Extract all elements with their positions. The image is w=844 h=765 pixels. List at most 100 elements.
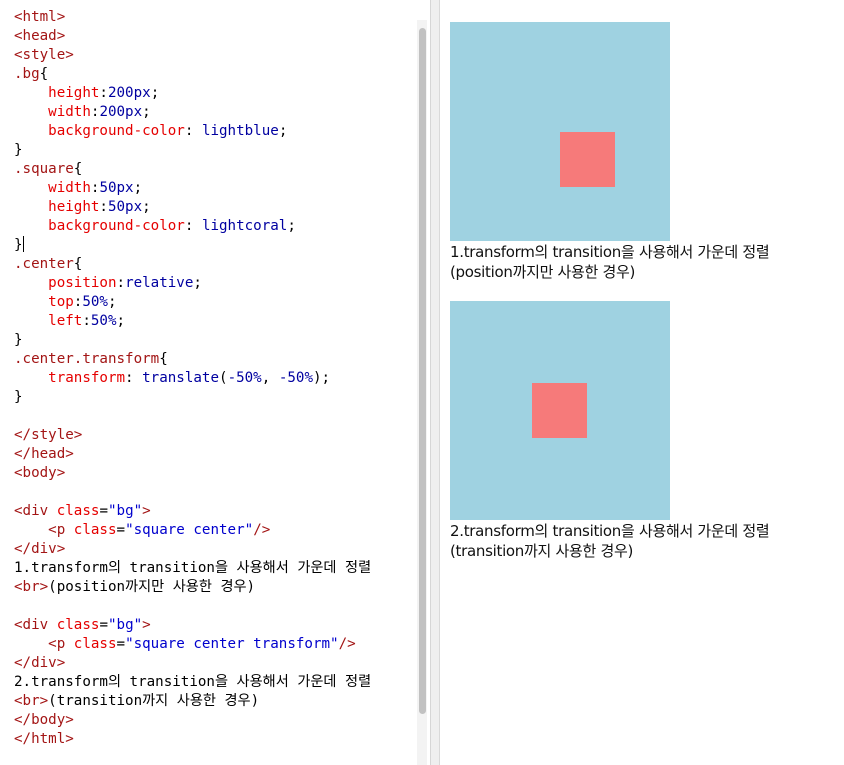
code-line[interactable]: <p class="square center transform"/>: [14, 635, 371, 654]
code-token: ;: [287, 218, 296, 234]
code-token: .center.transform: [14, 351, 160, 367]
code-line[interactable]: </div>: [14, 654, 371, 673]
code-line[interactable]: </body>: [14, 711, 371, 730]
code-token: 50%: [82, 294, 108, 310]
code-line[interactable]: 2.transform의 transition을 사용해서 가운데 정렬: [14, 673, 371, 692]
code-token: height: [48, 85, 100, 101]
code-line[interactable]: }: [14, 236, 371, 255]
code-token: <html>: [14, 9, 66, 25]
example1-caption-line1: 1.transform의 transition을 사용해서 가운데 정렬: [450, 243, 770, 261]
pane-splitter[interactable]: [431, 0, 440, 765]
editor-scrollbar-thumb[interactable]: [419, 28, 426, 714]
code-line[interactable]: <style>: [14, 46, 371, 65]
code-line[interactable]: background-color: lightcoral;: [14, 217, 371, 236]
code-line[interactable]: .center{: [14, 255, 371, 274]
code-token: }: [14, 389, 23, 405]
code-line[interactable]: .bg{: [14, 65, 371, 84]
code-token: ;: [278, 123, 288, 139]
code-token: left: [48, 313, 83, 329]
code-line[interactable]: <p class="square center"/>: [14, 521, 371, 540]
example2-bg-box: [450, 301, 670, 520]
code-line[interactable]: [14, 407, 371, 426]
example2-square: [532, 383, 587, 438]
code-line[interactable]: }: [14, 331, 371, 350]
code-token: class: [56, 617, 100, 633]
code-line[interactable]: }: [14, 388, 371, 407]
code-editor[interactable]: <html> <head> <style> .bg{ height:200px; wi…: [0, 0, 431, 765]
code-line[interactable]: transform: translate(-50%, -50%);: [14, 369, 371, 388]
code-line[interactable]: background-color: lightblue;: [14, 122, 371, 141]
code-token: relative: [125, 275, 194, 291]
code-token: 1.transform의 transition을 사용해서 가운데 정렬: [14, 560, 372, 576]
code-token: <div: [14, 503, 57, 519]
code-token: ;: [116, 313, 126, 329]
code-token: 200px: [99, 104, 143, 120]
code-token: "square center": [125, 522, 254, 538]
code-token: width: [48, 104, 91, 120]
code-token: <p: [48, 636, 74, 652]
code-token: 50px: [107, 199, 143, 215]
code-line[interactable]: </head>: [14, 445, 371, 464]
text-cursor: [22, 236, 24, 252]
code-line[interactable]: <html>: [14, 8, 371, 27]
code-line[interactable]: top:50%;: [14, 293, 371, 312]
code-token: =: [99, 617, 108, 633]
code-token: 2.transform의 transition을 사용해서 가운데 정렬: [14, 674, 372, 690]
code-token: </div>: [14, 655, 66, 671]
code-line[interactable]: [14, 483, 371, 502]
code-token: ;: [107, 294, 117, 310]
code-token: }: [14, 332, 23, 348]
preview-pane: 1.transform의 transition을 사용해서 가운데 정렬 (po…: [440, 0, 844, 765]
code-token: -50%: [227, 370, 262, 386]
code-line[interactable]: <br>(position까지만 사용한 경우): [14, 578, 371, 597]
code-line[interactable]: left:50%;: [14, 312, 371, 331]
code-line[interactable]: }: [14, 141, 371, 160]
code-line[interactable]: .square{: [14, 160, 371, 179]
code-line[interactable]: height:50px;: [14, 198, 371, 217]
code-token: </body>: [14, 712, 74, 728]
code-line[interactable]: </style>: [14, 426, 371, 445]
code-token: (: [219, 370, 228, 386]
code-token: -50%: [278, 370, 313, 386]
example1-square: [560, 132, 615, 187]
code-line[interactable]: <br>(transition까지 사용한 경우): [14, 692, 371, 711]
code-token: );: [313, 370, 331, 386]
code-token: </style>: [14, 427, 83, 443]
example2-caption-line2: (transition까지 사용한 경우): [450, 542, 634, 560]
code-token: <br>: [14, 579, 49, 595]
code-token: </head>: [14, 446, 74, 462]
code-token: .bg: [14, 66, 40, 82]
code-token: lightblue: [201, 123, 279, 139]
code-line[interactable]: </div>: [14, 540, 371, 559]
code-line[interactable]: <body>: [14, 464, 371, 483]
code-token: (transition까지 사용한 경우): [48, 693, 260, 709]
code-token: ;: [150, 85, 160, 101]
code-token: {: [73, 161, 83, 177]
code-content[interactable]: <html> <head> <style> .bg{ height:200px; wi…: [14, 8, 371, 749]
code-line[interactable]: <head>: [14, 27, 371, 46]
code-token: =: [116, 636, 126, 652]
code-token: top: [48, 294, 74, 310]
code-line[interactable]: .center.transform{: [14, 350, 371, 369]
code-token: class: [73, 636, 117, 652]
code-token: translate: [142, 370, 220, 386]
code-line[interactable]: position:relative;: [14, 274, 371, 293]
code-token: 200px: [107, 85, 151, 101]
code-token: (position까지만 사용한 경우): [48, 579, 256, 595]
code-line[interactable]: height:200px;: [14, 84, 371, 103]
code-token: ,: [261, 370, 279, 386]
code-line[interactable]: <div class="bg">: [14, 502, 371, 521]
code-token: />: [253, 522, 271, 538]
example1-caption: 1.transform의 transition을 사용해서 가운데 정렬 (po…: [450, 242, 770, 282]
code-line[interactable]: <div class="bg">: [14, 616, 371, 635]
code-line[interactable]: 1.transform의 transition을 사용해서 가운데 정렬: [14, 559, 371, 578]
code-line[interactable]: [14, 597, 371, 616]
code-line[interactable]: </html>: [14, 730, 371, 749]
code-line[interactable]: width:50px;: [14, 179, 371, 198]
code-line[interactable]: width:200px;: [14, 103, 371, 122]
